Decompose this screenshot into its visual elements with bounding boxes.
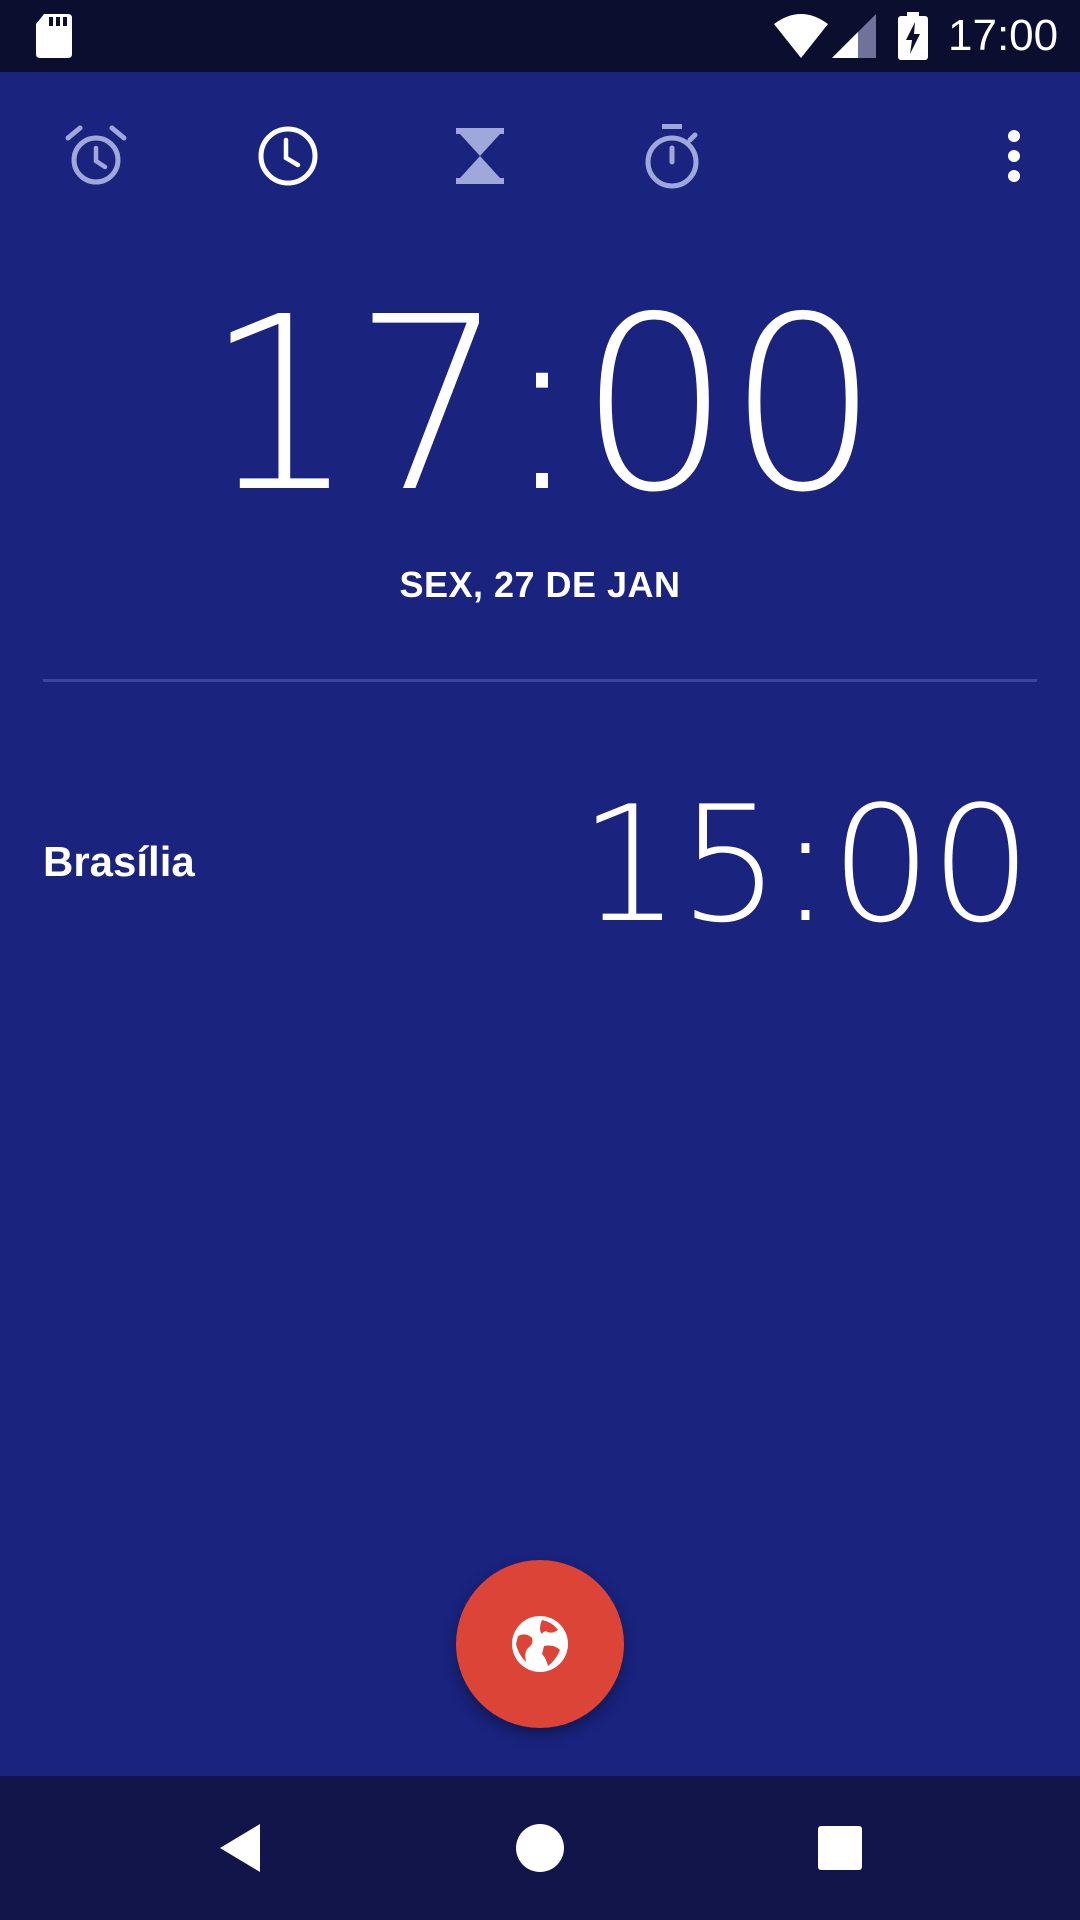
cell-signal-icon bbox=[832, 14, 876, 58]
navigation-bar bbox=[0, 1776, 1080, 1920]
divider bbox=[43, 679, 1037, 682]
city-time: 15:00 bbox=[578, 771, 1032, 958]
recents-button[interactable] bbox=[790, 1798, 890, 1898]
world-clock-item[interactable]: Brasília 15:00 bbox=[0, 780, 1080, 950]
tab-alarm[interactable] bbox=[36, 96, 156, 216]
tab-timer[interactable] bbox=[420, 96, 540, 216]
main-clock-time[interactable]: 17:00 bbox=[0, 260, 1080, 550]
sd-card-icon bbox=[36, 14, 72, 58]
city-name: Brasília bbox=[43, 838, 195, 885]
tab-clock[interactable] bbox=[228, 96, 348, 216]
more-vert-icon bbox=[1008, 130, 1020, 182]
tab-stopwatch[interactable] bbox=[612, 96, 732, 216]
back-button[interactable] bbox=[190, 1798, 290, 1898]
globe-icon bbox=[512, 1616, 568, 1672]
stopwatch-icon bbox=[645, 124, 699, 189]
clock-icon bbox=[258, 126, 318, 186]
overflow-menu-button[interactable] bbox=[954, 96, 1074, 216]
tab-bar bbox=[0, 72, 1080, 242]
alarm-icon bbox=[65, 125, 127, 185]
status-time: 17:00 bbox=[948, 11, 1059, 60]
date-label: SEX, 27 DE JAN bbox=[399, 564, 681, 605]
home-button[interactable] bbox=[490, 1798, 590, 1898]
recents-icon bbox=[818, 1826, 862, 1870]
home-icon bbox=[516, 1824, 564, 1872]
hourglass-icon bbox=[456, 128, 504, 184]
back-icon bbox=[220, 1824, 260, 1872]
cities-fab-button[interactable] bbox=[456, 1560, 624, 1728]
status-bar: 17:00 bbox=[0, 0, 1080, 72]
battery-charging-icon bbox=[898, 12, 928, 60]
wifi-icon bbox=[774, 14, 828, 58]
